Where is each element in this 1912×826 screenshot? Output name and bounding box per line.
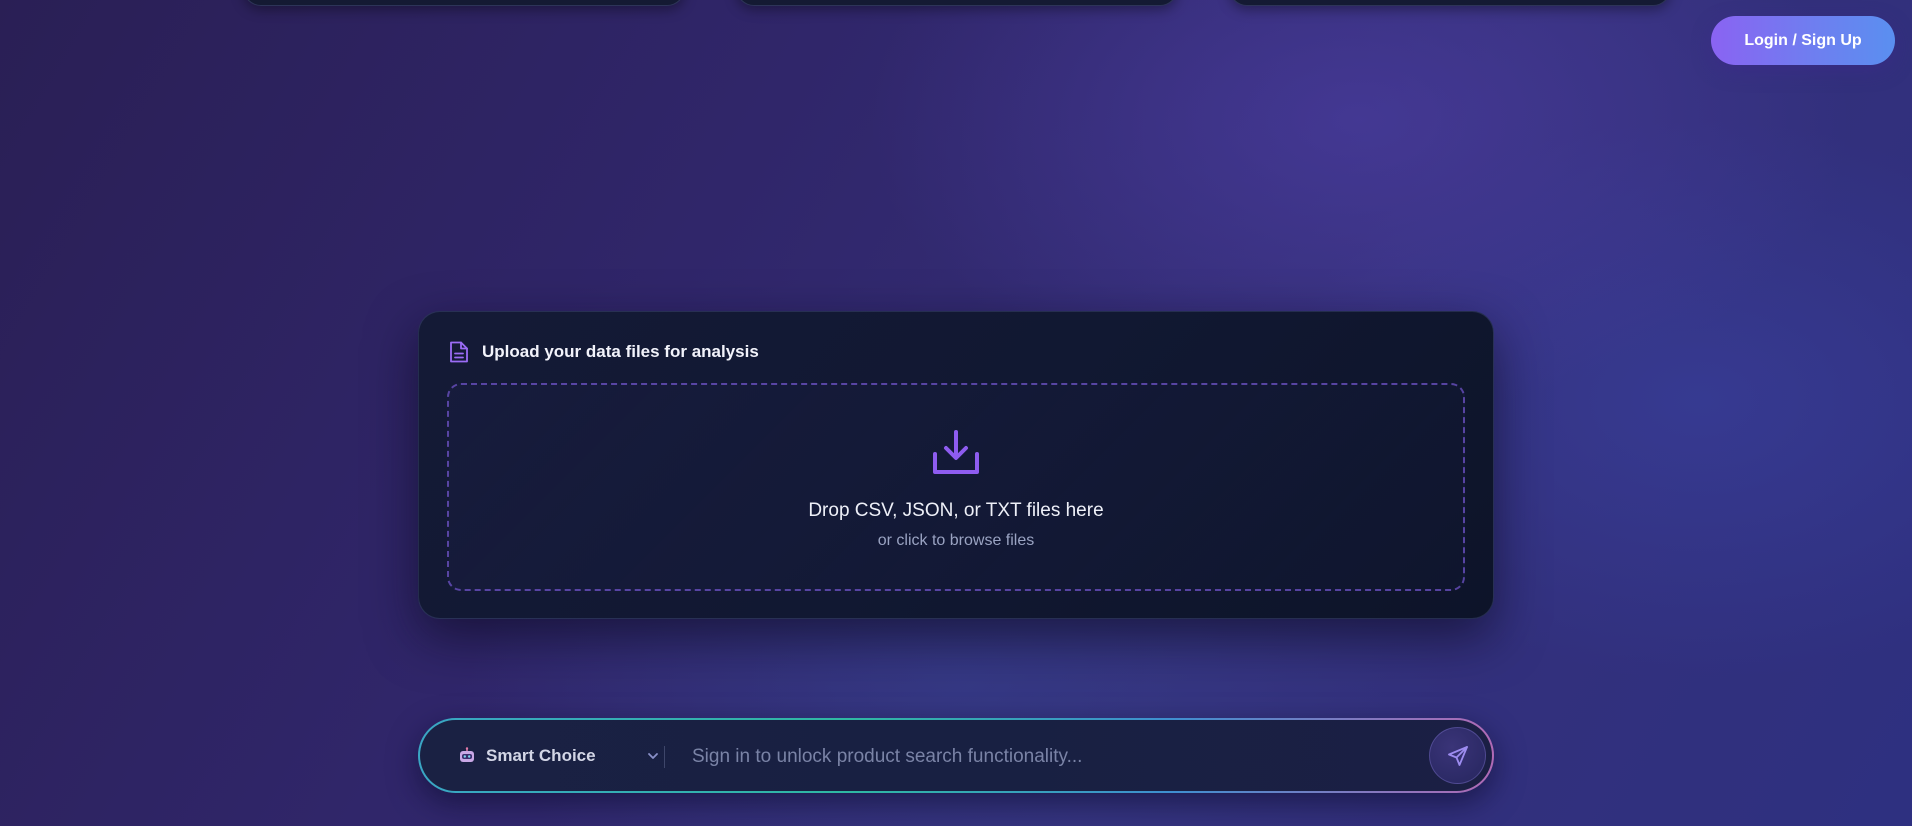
dropzone-browse-text[interactable]: or click to browse files (449, 532, 1463, 550)
top-card-middle (736, 0, 1178, 6)
search-divider (664, 746, 665, 768)
model-selector-label: Smart Choice (486, 745, 596, 765)
top-card-right (1229, 0, 1671, 6)
upload-header: Upload your data files for analysis (448, 340, 759, 364)
search-input[interactable] (690, 738, 1394, 776)
top-card-left (243, 0, 685, 6)
model-selector[interactable]: Smart Choice (458, 720, 660, 791)
chevron-down-icon (648, 752, 658, 759)
document-icon (450, 341, 468, 363)
send-button[interactable] (1429, 727, 1486, 784)
send-icon (1447, 745, 1468, 766)
file-dropzone[interactable]: Drop CSV, JSON, or TXT files here or cli… (447, 383, 1465, 591)
download-icon (933, 430, 979, 474)
search-bar-inner: Smart Choice (420, 720, 1492, 791)
robot-icon (460, 746, 474, 762)
search-bar: Smart Choice (418, 718, 1494, 793)
upload-title: Upload your data files for analysis (482, 342, 759, 361)
login-signup-button[interactable]: Login / Sign Up (1711, 16, 1895, 65)
dropzone-main-text: Drop CSV, JSON, or TXT files here (808, 500, 1104, 521)
upload-card: Upload your data files for analysis Drop… (418, 311, 1494, 619)
